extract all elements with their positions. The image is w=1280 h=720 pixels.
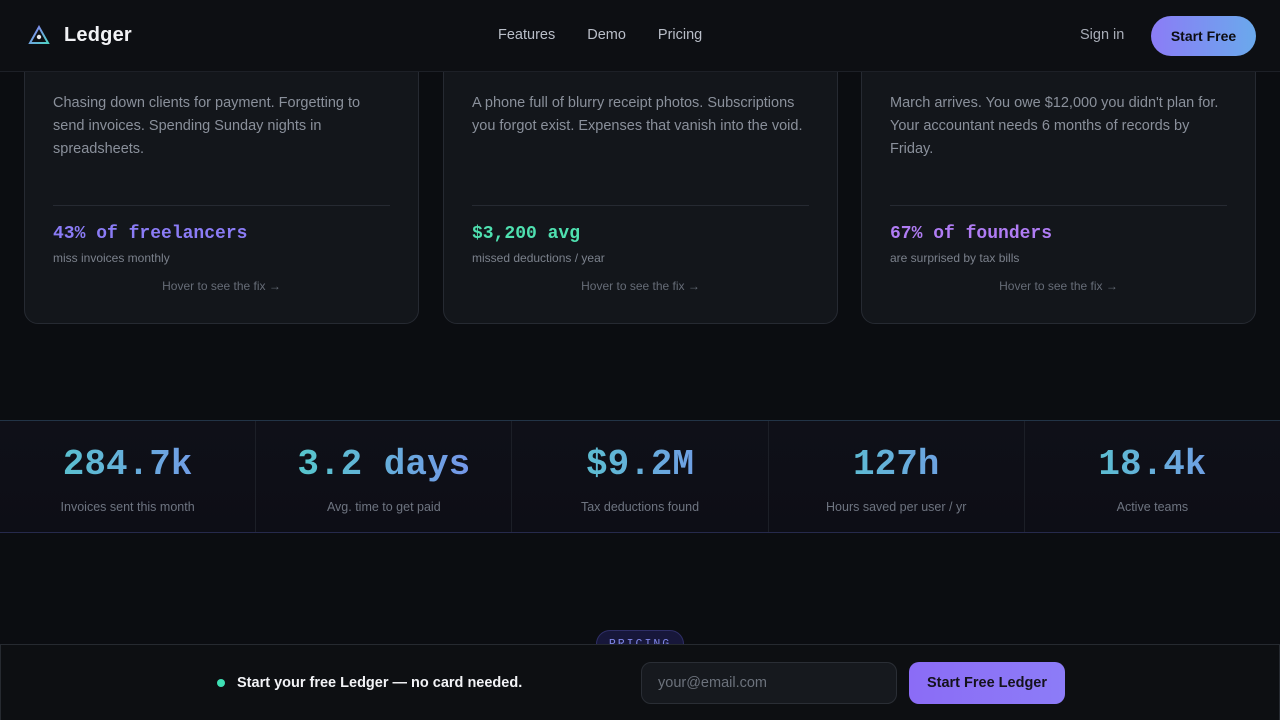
metric-label: Invoices sent this month — [60, 500, 195, 514]
nav-link-features[interactable]: Features — [498, 27, 555, 43]
card-description: Chasing down clients for payment. Forget… — [53, 95, 361, 157]
problem-card-expenses[interactable]: A phone full of blurry receipt photos. S… — [443, 40, 838, 324]
metric-label: Tax deductions found — [580, 500, 700, 514]
metric-label: Avg. time to get paid — [326, 500, 441, 514]
brand-name: Ledger — [64, 24, 132, 46]
brand-logo[interactable]: Ledger — [28, 24, 132, 47]
card-hover-hint: Hover to see the fix → — [999, 279, 1118, 293]
sign-in-link[interactable]: Sign in — [1080, 27, 1124, 43]
nav-link-pricing[interactable]: Pricing — [658, 27, 702, 43]
problem-card-invoicing[interactable]: Chasing down clients for payment. Forget… — [24, 40, 419, 324]
top-nav: Ledger Features Demo Pricing Sign in Sta… — [0, 0, 1280, 72]
metric-label: Active teams — [1116, 500, 1189, 514]
card-hover-hint: Hover to see the fix → — [581, 279, 700, 293]
metric-tax-deductions: $9.2M Tax deductions found — [512, 421, 769, 532]
card-stat: 43% of freelancers — [53, 224, 248, 244]
metric-value: 18.4k — [1025, 444, 1280, 486]
problem-card-taxes[interactable]: March arrives. You owe $12,000 you didn'… — [861, 40, 1256, 324]
card-hover-hint: Hover to see the fix → — [162, 279, 281, 293]
metric-time-to-paid: 3.2 days Avg. time to get paid — [256, 421, 513, 532]
nav-links: Features Demo Pricing — [498, 27, 702, 43]
card-description: A phone full of blurry receipt photos. S… — [472, 95, 803, 134]
card-divider — [472, 205, 809, 206]
metric-value: $9.2M — [512, 444, 767, 486]
card-divider — [890, 205, 1227, 206]
card-stat: 67% of founders — [890, 224, 1053, 244]
card-divider — [53, 205, 390, 206]
card-stat-caption: miss invoices monthly — [53, 251, 170, 265]
metrics-band: 284.7k Invoices sent this month 3.2 days… — [0, 420, 1280, 533]
nav-link-demo[interactable]: Demo — [587, 27, 626, 43]
email-input[interactable] — [641, 662, 897, 704]
start-free-ledger-button[interactable]: Start Free Ledger — [909, 662, 1065, 704]
cta-message: Start your free Ledger — no card needed. — [237, 675, 523, 691]
metric-value: 284.7k — [0, 444, 255, 486]
metric-label: Hours saved per user / yr — [826, 500, 967, 514]
metric-hours-saved: 127h Hours saved per user / yr — [769, 421, 1025, 532]
ledger-logo-icon — [28, 24, 50, 44]
status-dot-icon — [217, 679, 225, 687]
card-stat: $3,200 avg — [472, 224, 581, 244]
start-free-button[interactable]: Start Free — [1151, 16, 1256, 56]
card-description: March arrives. You owe $12,000 you didn'… — [890, 95, 1219, 157]
metric-value: 127h — [769, 444, 1024, 486]
card-stat-caption: missed deductions / year — [472, 251, 605, 265]
metric-active-teams: 18.4k Active teams — [1025, 421, 1280, 532]
card-stat-caption: are surprised by tax bills — [890, 251, 1020, 265]
sticky-cta-bar: Start your free Ledger — no card needed.… — [0, 644, 1280, 720]
metric-value: 3.2 days — [256, 444, 511, 486]
metric-invoices-sent: 284.7k Invoices sent this month — [0, 421, 257, 532]
